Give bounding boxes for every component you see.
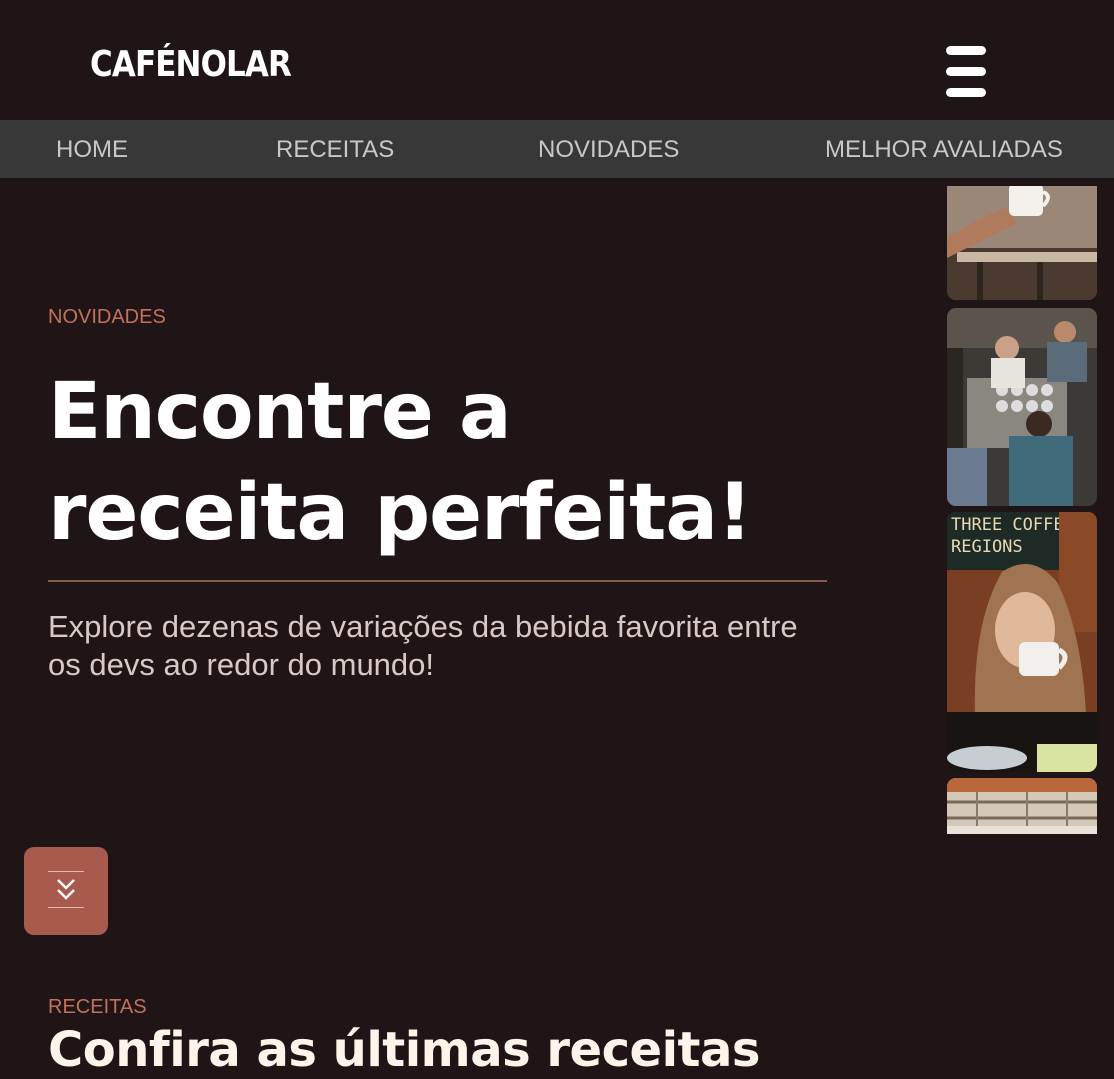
- button-line: [48, 907, 84, 908]
- hero-title-line: receita perfeita!: [48, 468, 753, 558]
- hero-divider: [48, 580, 827, 582]
- nav-item-home[interactable]: HOME: [56, 136, 128, 164]
- recipes-eyebrow: RECEITAS: [48, 996, 147, 1018]
- hero-description-line: os devs ao redor do mundo!: [48, 647, 435, 682]
- main-navigation: HOME RECEITAS NOVIDADES MELHOR AVALIADAS: [0, 120, 1114, 178]
- hero-description: Explore dezenas de variações da bebida f…: [48, 608, 848, 684]
- scroll-down-button[interactable]: [24, 847, 108, 935]
- hero-title-line: Encontre a: [48, 367, 512, 457]
- baristas-photo: [947, 308, 1097, 506]
- woman-drinking-coffee-photo: THREE COFFEE REGIONS: [947, 512, 1097, 772]
- hamburger-menu-icon[interactable]: [944, 44, 986, 98]
- nav-item-receitas[interactable]: RECEITAS: [276, 136, 394, 164]
- coffee-cup-hand-photo: [947, 186, 1097, 300]
- menu-bar: [946, 67, 986, 76]
- menu-bar: [946, 46, 986, 55]
- nav-item-novidades[interactable]: NOVIDADES: [538, 136, 679, 164]
- cafe-ceiling-photo: [947, 778, 1097, 834]
- hero-description-line: Explore dezenas de variações da bebida f…: [48, 609, 798, 644]
- recipes-section-title: Confira as últimas receitas: [48, 1022, 760, 1078]
- button-line: [48, 871, 84, 872]
- hero-eyebrow: NOVIDADES: [48, 306, 166, 328]
- menu-bar: [946, 88, 986, 97]
- nav-item-melhor-avaliadas[interactable]: MELHOR AVALIADAS: [825, 136, 1063, 164]
- hero-photo-gallery: THREE COFFEE REGIONS: [947, 186, 1097, 834]
- sign-text: THREE COFFEE: [951, 515, 1074, 535]
- double-chevron-down-icon: [57, 879, 75, 900]
- hero-title: Encontre a receita perfeita!: [48, 362, 868, 564]
- site-logo[interactable]: CAFÉNOLAR: [90, 44, 292, 85]
- site-header: CAFÉNOLAR: [0, 0, 1114, 120]
- sign-text: REGIONS: [951, 537, 1023, 557]
